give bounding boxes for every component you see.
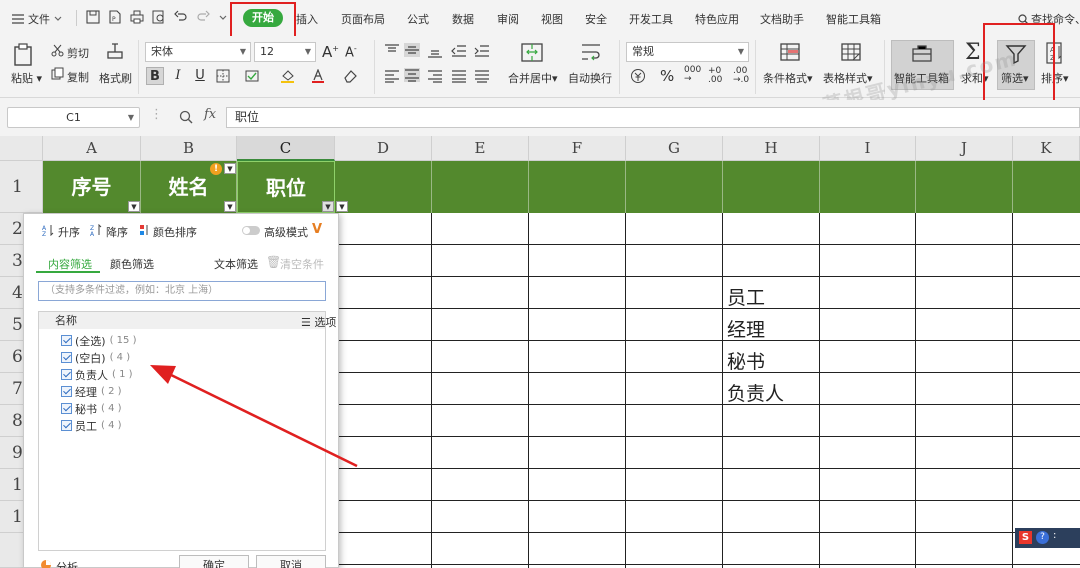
- annotation-arrow: [150, 365, 358, 468]
- system-tray: S ? :: [1015, 528, 1080, 548]
- help-icon[interactable]: ?: [1036, 531, 1049, 544]
- sogou-ime-icon[interactable]: S: [1019, 531, 1032, 544]
- tray-more-icon[interactable]: :: [1053, 530, 1056, 541]
